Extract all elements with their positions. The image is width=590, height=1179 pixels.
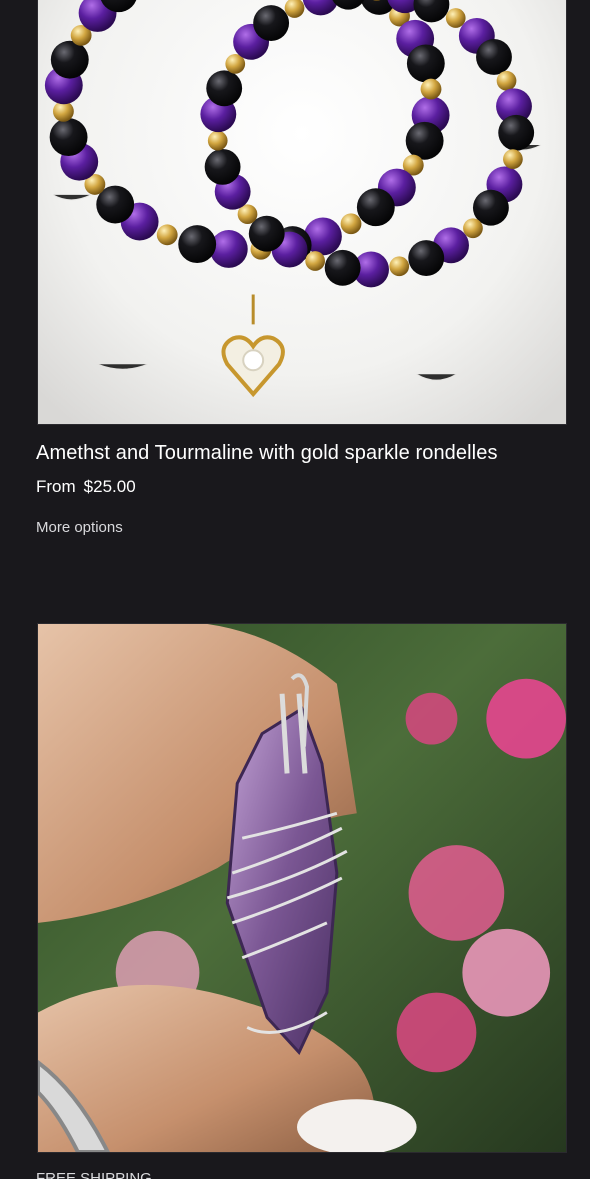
tourmaline-bead (178, 225, 217, 264)
tourmaline-bead (356, 188, 395, 227)
gold-rondelle (207, 130, 228, 151)
gold-rondelle (305, 251, 326, 271)
tourmaline-bead (206, 70, 243, 107)
tourmaline-bead (324, 249, 361, 286)
tourmaline-bead (253, 5, 290, 41)
tourmaline-bead (498, 114, 535, 151)
tourmaline-bead (405, 121, 444, 160)
gold-rondelle (389, 256, 410, 277)
amethyst-bead (209, 230, 248, 268)
tourmaline-bead (49, 118, 88, 157)
tourmaline-bead (406, 44, 445, 83)
free-shipping-badge: FREE SHIPPING (36, 1170, 152, 1179)
gold-rondelle (496, 70, 517, 91)
product-grid-page: Amethst and Tourmaline with gold sparkle… (0, 0, 590, 1179)
product-title[interactable]: Amethst and Tourmaline with gold sparkle… (36, 441, 498, 465)
product-price: From $25.00 (36, 477, 136, 497)
bracelet-photo (38, 0, 566, 424)
pendant-photo (38, 624, 566, 1152)
gold-rondelle (156, 224, 178, 246)
gold-rondelle (463, 218, 483, 239)
product-image-amethyst-pendant[interactable] (37, 623, 567, 1153)
price-value: $25.00 (83, 477, 136, 496)
more-options-link[interactable]: More options (36, 519, 123, 537)
product-image-bracelets[interactable] (37, 0, 567, 425)
gold-rondelle (340, 213, 362, 235)
tourmaline-bead (204, 148, 241, 185)
gold-rondelle (503, 149, 523, 169)
product-card[interactable]: FREE SHIPPING (36, 623, 567, 1179)
gold-rondelle (420, 78, 442, 100)
tourmaline-bead (50, 40, 89, 79)
product-card[interactable]: Amethst and Tourmaline with gold sparkle… (36, 0, 567, 536)
tourmaline-bead (476, 39, 512, 75)
price-prefix: From (36, 477, 76, 496)
tourmaline-bead (408, 240, 445, 276)
